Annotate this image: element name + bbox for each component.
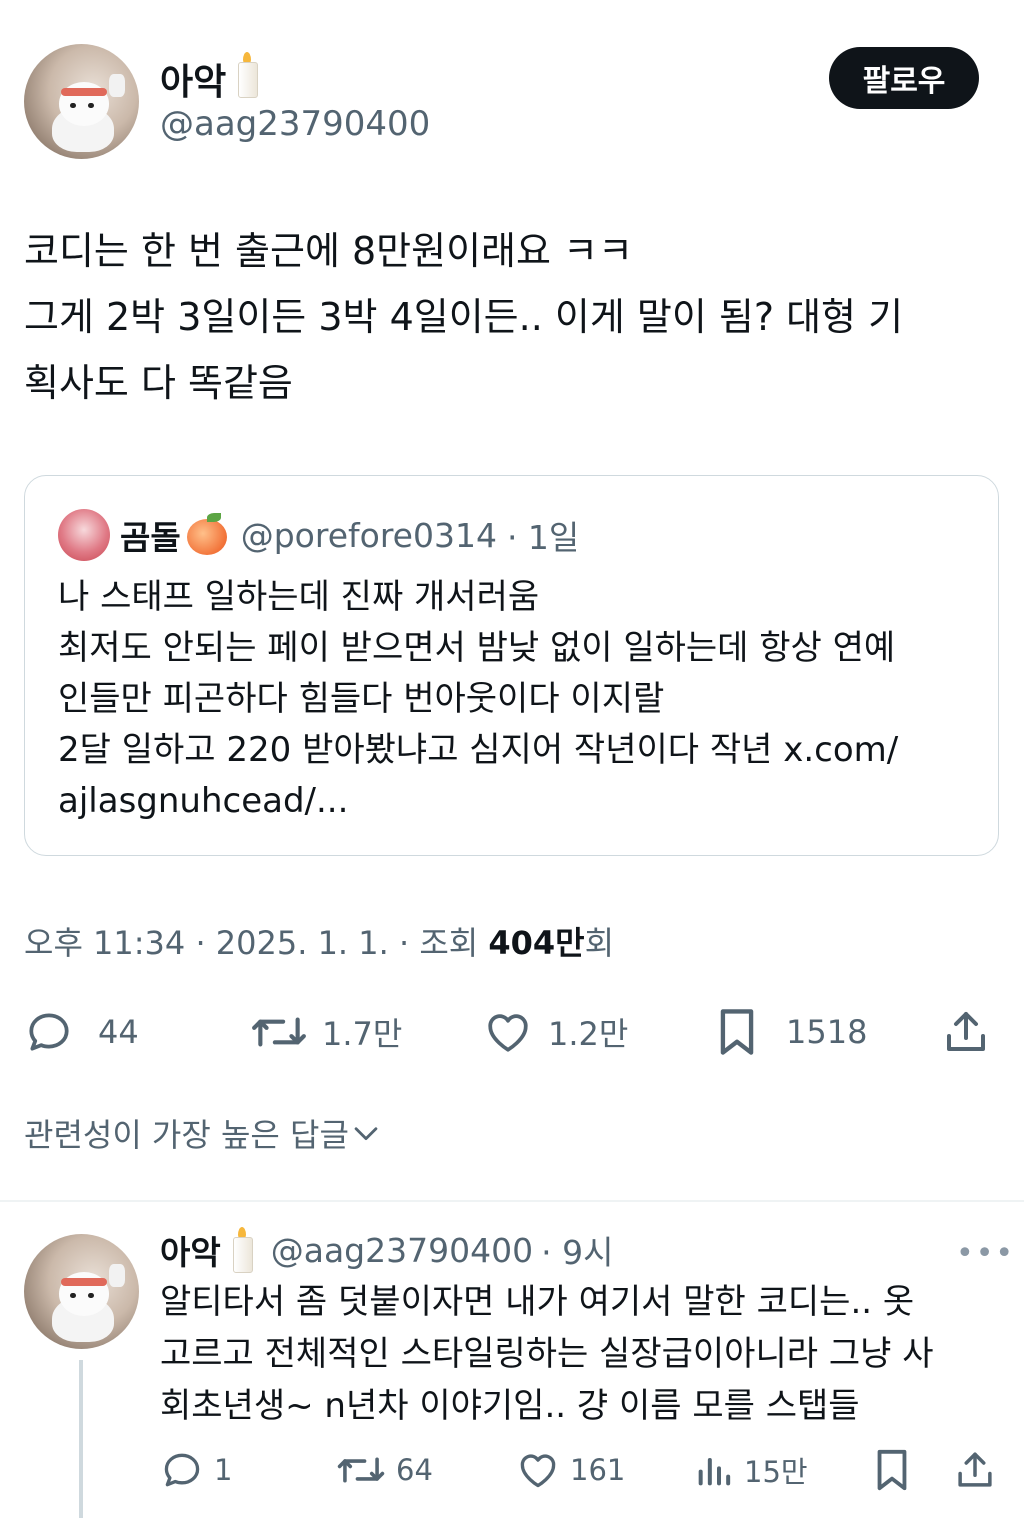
- candle-icon: [232, 52, 262, 98]
- author-handle[interactable]: @aag23790400: [160, 104, 430, 144]
- reply-header: 아악 @aag23790400 · 9시: [160, 1222, 613, 1278]
- reply-author-handle[interactable]: @aag23790400: [271, 1231, 533, 1270]
- reply-line: 회초년생~ n년차 이야기임.. 걍 이름 모를 스탭들: [160, 1386, 860, 1426]
- bookmark-icon: [877, 1449, 907, 1491]
- reply-actions: 1 64 161 15만: [0, 1440, 1024, 1500]
- retweet-button[interactable]: 1.7만: [250, 1000, 402, 1064]
- tweet-line: 코디는 한 번 출근에 8만원이래요 ㅋㅋ: [24, 229, 633, 273]
- author-name[interactable]: 아악: [160, 62, 226, 103]
- share-icon: [947, 1012, 985, 1051]
- meta-suffix: 회: [584, 924, 615, 962]
- reply-bookmark-button[interactable]: [872, 1440, 912, 1500]
- quote-line: 인들만 피곤하다 힘들다 번아웃이다 이지랄: [58, 679, 665, 719]
- reply-reply-button[interactable]: 1: [160, 1440, 232, 1500]
- reply-share-button[interactable]: [954, 1440, 996, 1500]
- tweet-line: 그게 2박 3일이든 3박 4일이든.. 이게 말이 됨? 대형 기: [24, 295, 904, 339]
- quote-avatar[interactable]: [58, 509, 110, 561]
- reply-sort-selector[interactable]: 관련성이 가장 높은 답글: [24, 1110, 383, 1156]
- author-name-row[interactable]: 아악: [160, 52, 262, 105]
- reply-views-count: 15만: [744, 1455, 808, 1489]
- meta-time-date: 오후 11:34 · 2025. 1. 1. · 조회: [24, 924, 489, 962]
- reply-line: 고르고 전체적인 스타일링하는 실장급이아니라 그냥 사: [160, 1334, 934, 1374]
- section-divider: [0, 1200, 1024, 1202]
- avatar-dog-band: [60, 1277, 107, 1286]
- avatar-cup: [109, 73, 126, 97]
- bookmark-icon: [720, 1009, 754, 1055]
- avatar-dog-band: [60, 87, 107, 96]
- sort-label: 관련성이 가장 높은 답글: [24, 1116, 349, 1154]
- reply-avatar[interactable]: [24, 1234, 139, 1349]
- reply-text: 알티타서 좀 덧붙이자면 내가 여기서 말한 코디는.. 옷 고르고 전체적인 …: [160, 1276, 1000, 1432]
- reply-retweet-count: 64: [396, 1453, 433, 1487]
- quote-line: 최저도 안되는 페이 받으면서 밤낮 없이 일하는데 항상 연예: [58, 628, 896, 668]
- retweet-icon: [252, 1017, 306, 1047]
- chevron-down-icon: [354, 1127, 378, 1141]
- like-icon: [520, 1454, 556, 1488]
- retweet-count: 1.7만: [322, 1015, 403, 1053]
- quote-header: 곰돌 @porefore0314 · 1일: [120, 509, 579, 561]
- quote-handle: @porefore0314: [240, 515, 497, 555]
- reply-like-count: 161: [570, 1453, 626, 1487]
- reply-button[interactable]: 44: [24, 1000, 139, 1064]
- quote-line: 2달 일하고 220 받아봤냐고 심지어 작년이다 작년 x.com/: [58, 730, 899, 770]
- quote-name: 곰돌: [120, 518, 181, 557]
- bookmark-button[interactable]: 1518: [714, 1000, 867, 1064]
- view-count: 404만: [488, 924, 585, 962]
- quote-time: · 1일: [506, 518, 580, 557]
- follow-button[interactable]: 팔로우: [829, 47, 979, 109]
- reply-line: 알티타서 좀 덧붙이자면 내가 여기서 말한 코디는.. 옷: [160, 1282, 915, 1322]
- avatar-dog-eye-left: [70, 102, 76, 109]
- like-icon: [488, 1014, 528, 1052]
- quote-line: ajlasgnuhcead/...: [58, 781, 349, 821]
- views-icon: [698, 1458, 731, 1486]
- reply-author-name[interactable]: 아악: [160, 1226, 221, 1274]
- reply-count: 44: [98, 1013, 139, 1051]
- share-button[interactable]: [942, 1000, 990, 1064]
- quote-line: 나 스태프 일하는데 진짜 개서러움: [58, 577, 540, 617]
- like-button[interactable]: 1.2만: [482, 1000, 628, 1064]
- retweet-icon: [337, 1457, 385, 1483]
- reply-views-button[interactable]: 15만: [694, 1440, 808, 1500]
- tweet-actions: 44 1.7만 1.2만 1518: [0, 1000, 1024, 1064]
- reply-retweet-button[interactable]: 64: [336, 1440, 433, 1500]
- peach-icon: [185, 513, 229, 557]
- bookmark-count: 1518: [786, 1013, 868, 1051]
- reply-time: · 9시: [541, 1233, 614, 1272]
- tweet-line: 획사도 다 똑같음: [24, 361, 293, 405]
- more-options-icon[interactable]: •••: [956, 1236, 1015, 1271]
- share-icon: [958, 1452, 992, 1487]
- author-avatar[interactable]: [24, 44, 139, 159]
- quote-text: 나 스태프 일하는데 진짜 개서러움 최저도 안되는 페이 받으면서 밤낮 없이…: [58, 572, 968, 827]
- avatar-dog-eye-left: [70, 1292, 76, 1299]
- tweet-meta: 오후 11:34 · 2025. 1. 1. · 조회 404만회: [24, 918, 614, 964]
- like-count: 1.2만: [548, 1015, 629, 1053]
- reply-like-button[interactable]: 161: [516, 1440, 625, 1500]
- avatar-cup: [109, 1263, 126, 1287]
- candle-icon: [227, 1227, 257, 1273]
- reply-reply-count: 1: [214, 1453, 233, 1487]
- reply-icon: [29, 1013, 69, 1051]
- reply-icon: [164, 1453, 200, 1487]
- tweet-text: 코디는 한 번 출근에 8만원이래요 ㅋㅋ 그게 2박 3일이든 3박 4일이든…: [24, 218, 994, 416]
